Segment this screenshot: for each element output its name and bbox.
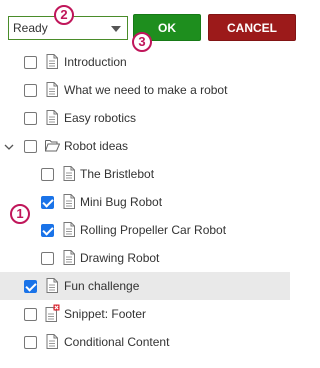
tree-item[interactable]: Drawing Robot	[0, 244, 290, 272]
tree-item-label: Rolling Propeller Car Robot	[80, 223, 227, 237]
checkbox[interactable]	[24, 336, 37, 349]
tree-item-label: Snippet: Footer	[64, 307, 147, 321]
tree-item-label: Conditional Content	[64, 335, 170, 349]
folder-open-icon	[45, 140, 60, 152]
checkbox[interactable]	[41, 252, 54, 265]
tree-item[interactable]: What we need to make a robot	[0, 76, 290, 104]
tree-item-label: Drawing Robot	[80, 251, 160, 265]
status-select-value: Ready	[13, 21, 48, 35]
tree-item[interactable]: Mini Bug Robot	[0, 188, 290, 216]
page-icon	[46, 334, 58, 349]
snippet-error-icon	[45, 304, 60, 322]
checkbox[interactable]	[41, 168, 54, 181]
checkbox[interactable]	[24, 308, 37, 321]
checkbox[interactable]	[24, 56, 37, 69]
toolbar: Ready OK CANCEL 2 3	[0, 0, 304, 52]
callout-badge-2: 2	[54, 5, 74, 25]
tree-item-label: What we need to make a robot	[64, 83, 228, 97]
tree-item-label: Robot ideas	[64, 139, 129, 153]
chevron-down-icon[interactable]	[4, 142, 14, 152]
tree-item[interactable]: Easy robotics	[0, 104, 290, 132]
chevron-down-icon	[111, 26, 121, 32]
tree-item[interactable]: Introduction	[0, 48, 290, 76]
page-icon	[46, 110, 58, 125]
tree-item-label: Introduction	[64, 55, 127, 69]
tree-item-label: The Bristlebot	[80, 167, 155, 181]
checkbox[interactable]	[24, 280, 37, 293]
tree-item[interactable]: Conditional Content	[0, 328, 290, 356]
checkbox[interactable]	[41, 196, 54, 209]
cancel-button[interactable]: CANCEL	[208, 14, 296, 41]
page-icon	[63, 222, 75, 237]
checkbox[interactable]	[24, 84, 37, 97]
checkbox[interactable]	[41, 224, 54, 237]
page-icon	[46, 54, 58, 69]
page-icon	[63, 194, 75, 209]
page-icon	[63, 250, 75, 265]
tree-item[interactable]: Robot ideas	[0, 132, 290, 160]
checkbox[interactable]	[24, 112, 37, 125]
tree-item[interactable]: Snippet: Footer	[0, 300, 290, 328]
checkbox[interactable]	[24, 140, 37, 153]
page-icon	[46, 82, 58, 97]
tree-item-label: Easy robotics	[64, 111, 137, 125]
tree-item-label: Fun challenge	[64, 279, 140, 293]
page-icon	[46, 278, 58, 293]
page-icon	[63, 166, 75, 181]
tree-item-label: Mini Bug Robot	[80, 195, 163, 209]
tree-item[interactable]: Rolling Propeller Car Robot	[0, 216, 290, 244]
tree-item-selected[interactable]: Fun challenge	[0, 272, 290, 300]
tree-item[interactable]: The Bristlebot	[0, 160, 290, 188]
